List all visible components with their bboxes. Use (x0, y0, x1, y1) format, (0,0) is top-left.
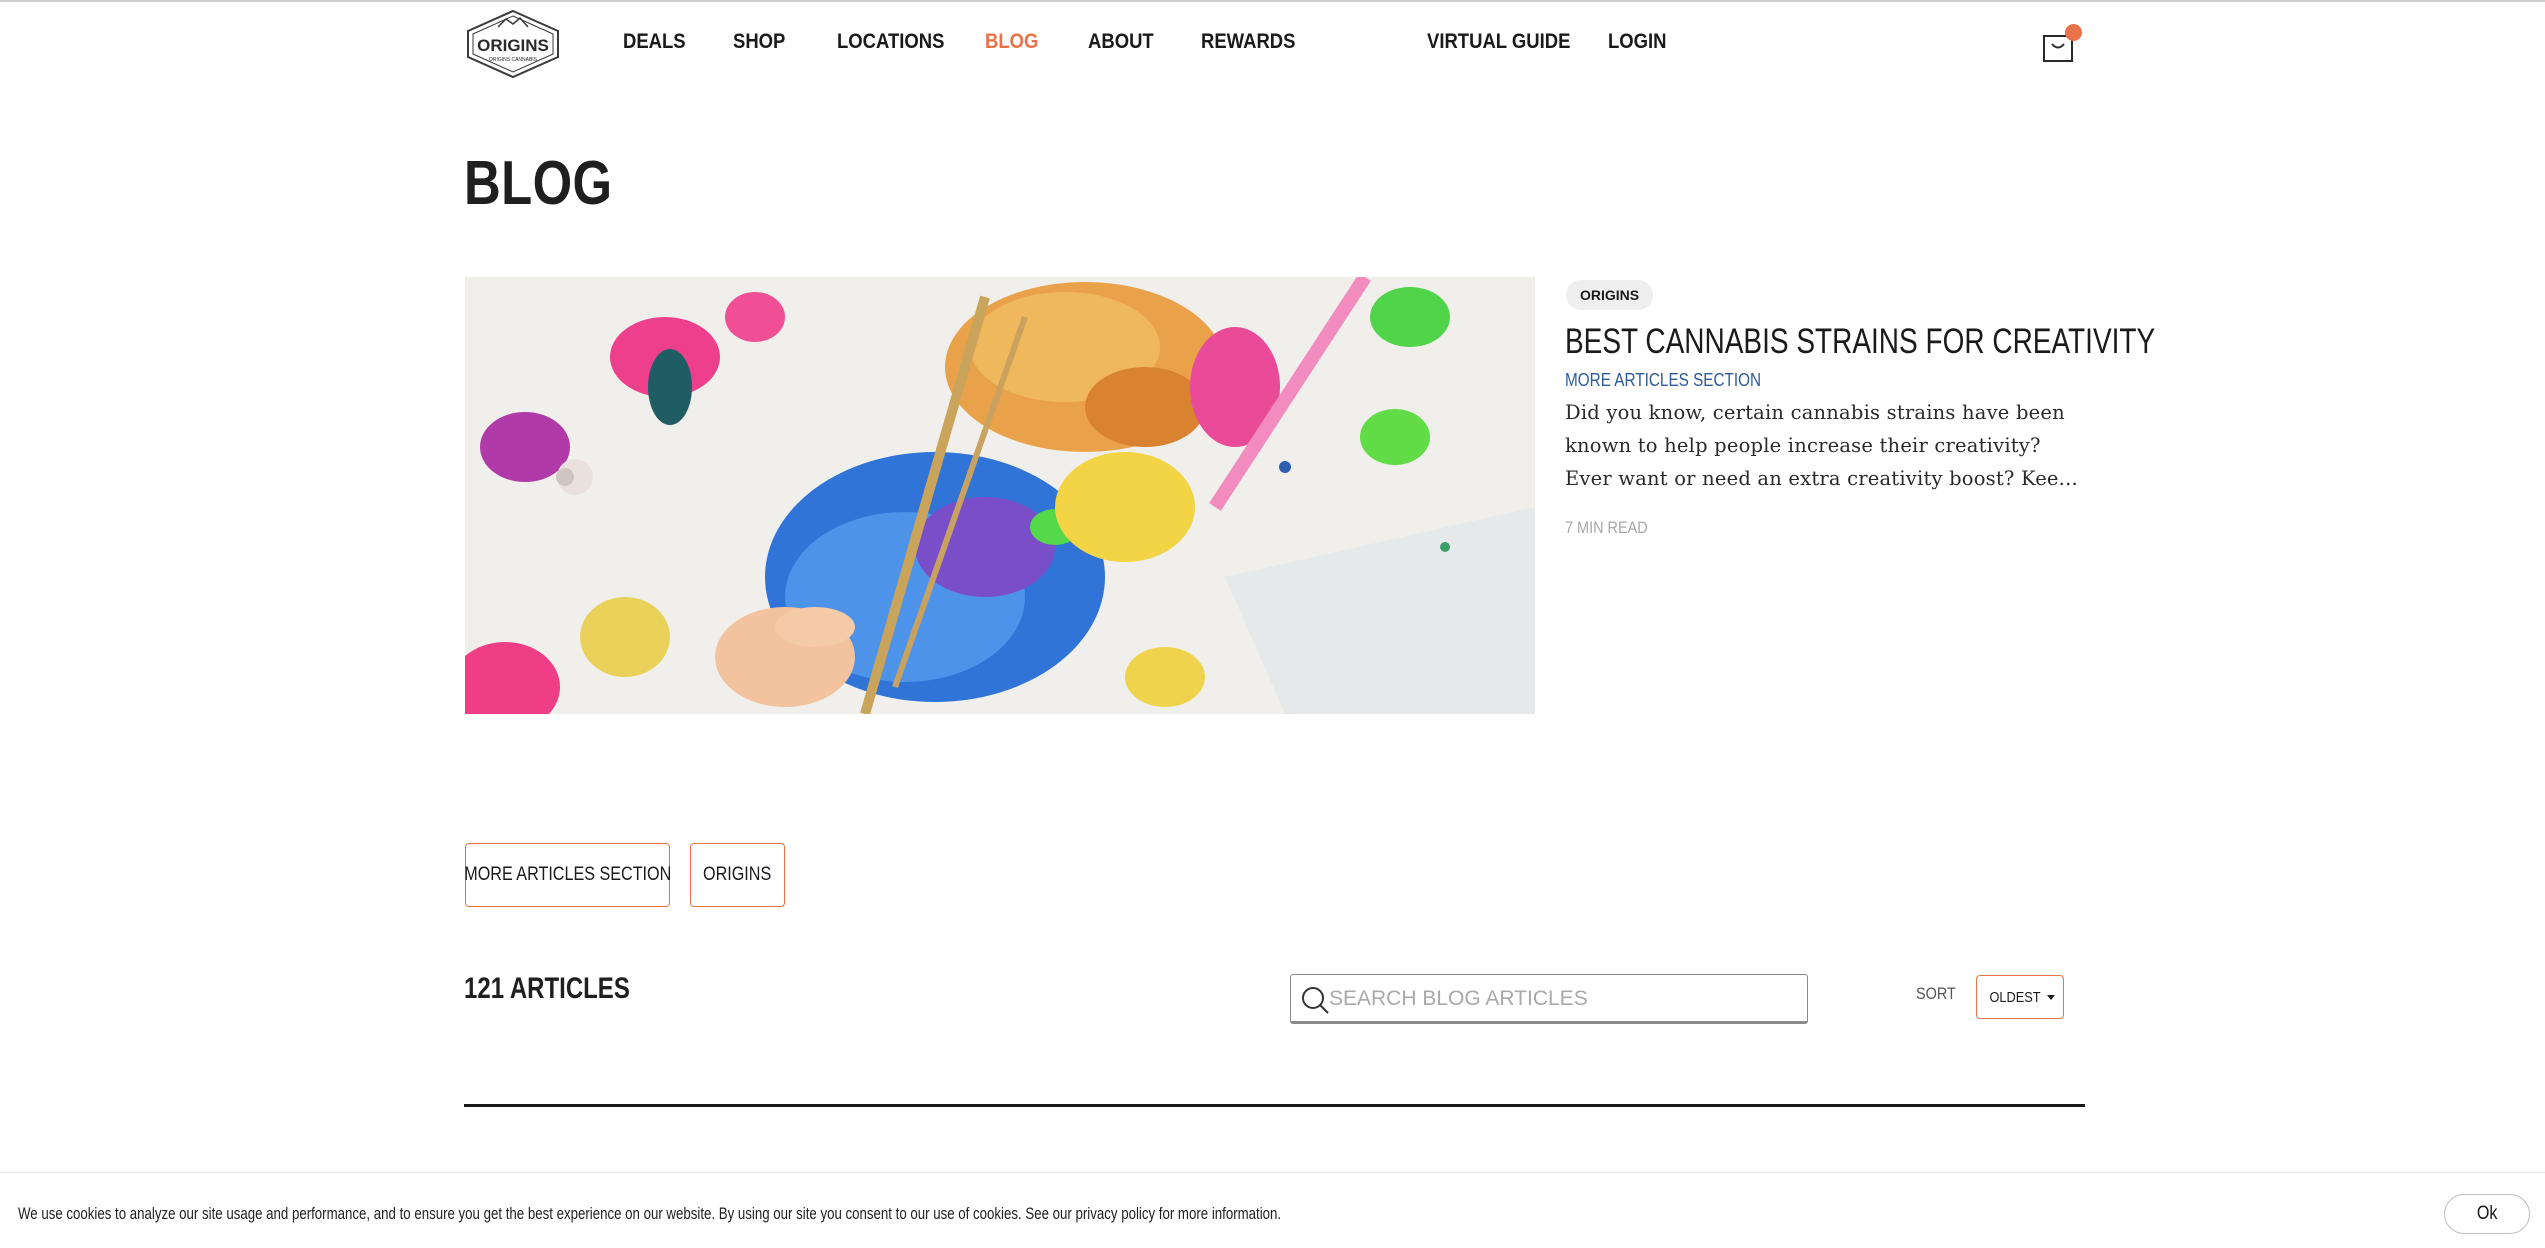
nav-locations[interactable]: LOCATIONS (837, 30, 944, 54)
nav-login[interactable]: LOGIN (1608, 30, 1667, 54)
logo-subtext: ORIGINS CANNABIS (489, 57, 538, 63)
featured-article-section[interactable]: MORE ARTICLES SECTION (1565, 370, 1761, 391)
cart-badge (2065, 24, 2082, 41)
article-count: 121 ARTICLES (464, 972, 630, 1005)
featured-article-image[interactable] (465, 277, 1535, 714)
nav-shop[interactable]: SHOP (733, 30, 785, 54)
search-box (1290, 974, 1808, 1024)
section-divider (464, 1104, 2085, 1107)
sort-dropdown[interactable]: OLDEST (1976, 975, 2064, 1019)
filter-chip-origins[interactable]: ORIGINS (690, 843, 785, 907)
nav-about[interactable]: ABOUT (1088, 30, 1154, 54)
filter-chip-label: MORE ARTICLES SECTION (463, 864, 672, 885)
read-time: 7 MIN READ (1565, 518, 1648, 537)
cookie-ok-button[interactable]: Ok (2444, 1194, 2530, 1234)
nav-deals[interactable]: DEALS (623, 30, 686, 54)
search-input[interactable] (1327, 977, 1801, 1021)
caret-down-icon (2047, 994, 2055, 1000)
cookie-text: We use cookies to analyze our site usage… (18, 1204, 1282, 1223)
cookie-ok-label: Ok (2476, 1203, 2498, 1224)
paint-splash-illustration (465, 277, 1535, 714)
logo-text: ORIGINS (477, 36, 549, 55)
featured-article-excerpt: Did you know, certain cannabis strains h… (1565, 396, 2085, 495)
article-tag[interactable]: ORIGINS (1566, 280, 1654, 310)
nav-rewards[interactable]: REWARDS (1201, 30, 1295, 54)
featured-article-title[interactable]: BEST CANNABIS STRAINS FOR CREATIVITY (1565, 322, 2155, 362)
sort-value: OLDEST (1989, 988, 2041, 1006)
sort-label: SORT (1916, 984, 1956, 1003)
origins-logo[interactable]: ORIGINS ORIGINS CANNABIS (464, 9, 562, 79)
filter-chip-more-articles[interactable]: MORE ARTICLES SECTION (463, 843, 672, 907)
page-title: BLOG (464, 149, 613, 218)
nav-blog[interactable]: BLOG (985, 30, 1038, 54)
excerpt-line: known to help people increase their crea… (1565, 434, 2041, 457)
excerpt-line: Did you know, certain cannabis strains h… (1565, 401, 2065, 424)
excerpt-line: Ever want or need an extra creativity bo… (1565, 467, 2078, 490)
nav-virtual-guide[interactable]: VIRTUAL GUIDE (1427, 30, 1570, 54)
filter-chip-label: ORIGINS (703, 864, 772, 885)
top-border (0, 0, 2545, 2)
